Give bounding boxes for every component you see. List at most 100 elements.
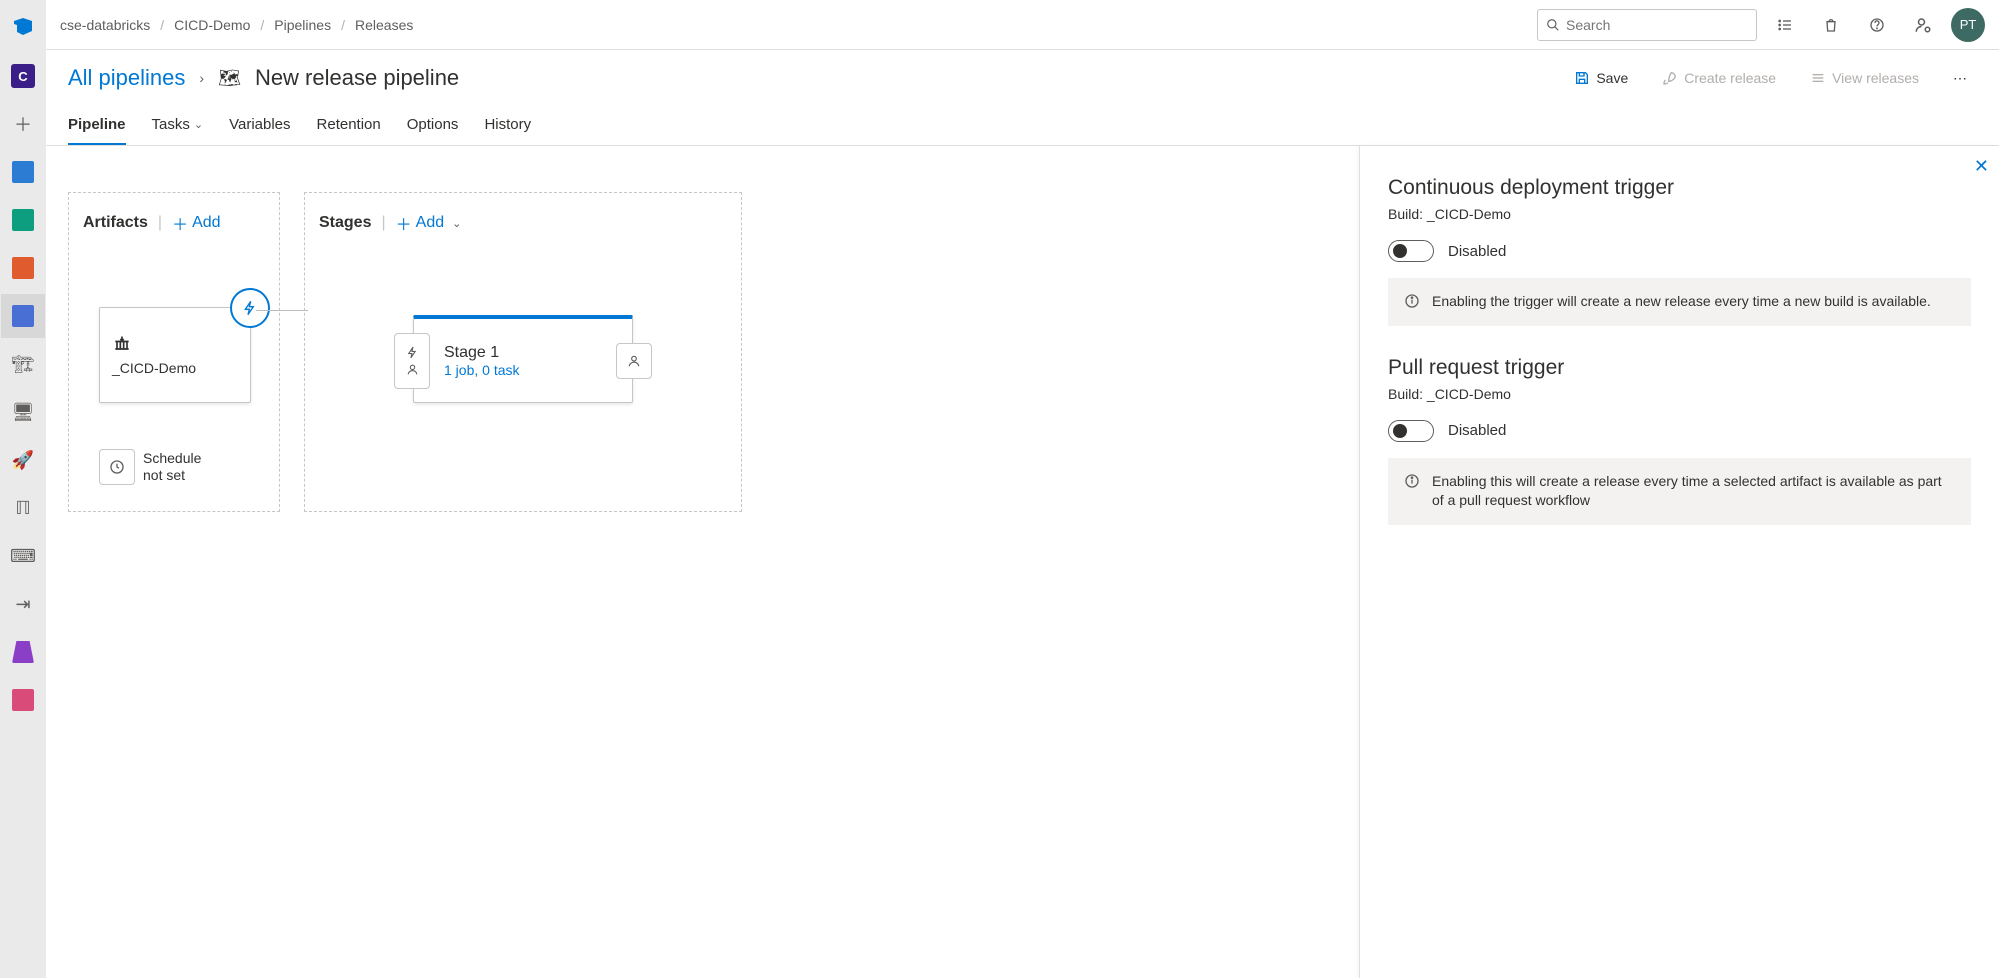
library-icon: ℿ <box>15 498 30 519</box>
cd-info-box: Enabling the trigger will create a new r… <box>1388 278 1971 326</box>
artifacts-panel: Artifacts | ＋ Add _CICD-Demo <box>68 192 280 512</box>
user-icon <box>627 354 641 368</box>
view-releases-button: View releases <box>1800 64 1929 92</box>
add-artifact-link[interactable]: ＋ Add <box>172 211 220 235</box>
side-pipelines[interactable] <box>1 294 45 338</box>
breadcrumb-sep: / <box>260 17 264 33</box>
save-button[interactable]: Save <box>1564 64 1638 92</box>
save-label: Save <box>1596 70 1628 86</box>
clock-hex <box>99 449 135 485</box>
pr-toggle-state: Disabled <box>1448 422 1506 439</box>
stages-panel: Stages | ＋ Add ⌄ <box>304 192 742 512</box>
cd-build-label: Build: _CICD-Demo <box>1388 206 1971 222</box>
breadcrumb-org[interactable]: cse-databricks <box>60 17 150 33</box>
tab-retention[interactable]: Retention <box>317 106 381 145</box>
breadcrumb-project[interactable]: CICD-Demo <box>174 17 250 33</box>
breadcrumb-section[interactable]: Pipelines <box>274 17 331 33</box>
plus-icon: ＋ <box>172 211 188 235</box>
search-input[interactable] <box>1566 17 1748 33</box>
stage-post-conditions[interactable] <box>616 343 652 379</box>
breadcrumb-sub[interactable]: Releases <box>355 17 413 33</box>
create-release-label: Create release <box>1684 70 1776 86</box>
tab-bar: Pipeline Tasks⌄ Variables Retention Opti… <box>46 106 1999 146</box>
stage-card[interactable]: Stage 1 1 job, 0 task <box>413 315 633 403</box>
side-library[interactable]: ℿ <box>1 486 45 530</box>
pr-trigger-title: Pull request trigger <box>1388 356 1971 380</box>
stage-name: Stage 1 <box>444 344 520 362</box>
artifacts-header: Artifacts <box>83 214 148 232</box>
keyboard-icon: ⌨ <box>10 546 36 567</box>
cd-info-text: Enabling the trigger will create a new r… <box>1432 292 1931 312</box>
tab-tasks[interactable]: Tasks⌄ <box>152 106 204 145</box>
top-user-settings-icon[interactable] <box>1905 7 1941 43</box>
avatar[interactable]: PT <box>1951 8 1985 42</box>
devops-icon <box>11 16 35 40</box>
artifact-card[interactable]: _CICD-Demo <box>99 307 251 403</box>
breadcrumb-sep: / <box>160 17 164 33</box>
left-sidebar: C ＋ 🏗 🖥 🚀 ℿ ⌨ ⇥ <box>0 0 46 978</box>
details-panel: ✕ Continuous deployment trigger Build: _… <box>1359 146 1999 978</box>
tab-history[interactable]: History <box>484 106 531 145</box>
more-menu[interactable]: ⋯ <box>1943 64 1977 93</box>
search-icon <box>1546 18 1560 32</box>
rocket-small-icon <box>1662 70 1678 86</box>
dashboard-icon <box>12 161 34 183</box>
breadcrumb: cse-databricks / CICD-Demo / Pipelines /… <box>60 17 413 33</box>
artifact-name: _CICD-Demo <box>112 360 238 376</box>
side-environments[interactable]: 🖥 <box>1 390 45 434</box>
stages-header: Stages <box>319 214 371 232</box>
pipeline-icon <box>12 305 34 327</box>
plus-icon: ＋ <box>14 111 32 137</box>
more-icon: ⋯ <box>1953 70 1967 87</box>
side-builds[interactable]: 🏗 <box>1 342 45 386</box>
header-sep: | <box>158 214 162 232</box>
toggle-knob <box>1393 424 1407 438</box>
side-repos[interactable] <box>1 246 45 290</box>
side-add[interactable]: ＋ <box>1 102 45 146</box>
schedule-button[interactable]: Schedule not set <box>99 449 213 485</box>
artifact-trigger-button[interactable] <box>230 288 270 328</box>
schedule-label: Schedule not set <box>143 450 213 484</box>
side-releases[interactable]: 🚀 <box>1 438 45 482</box>
cd-toggle[interactable] <box>1388 240 1434 262</box>
side-testplans[interactable] <box>1 630 45 674</box>
pipeline-canvas: Artifacts | ＋ Add _CICD-Demo <box>46 146 1359 978</box>
create-release-button: Create release <box>1652 64 1786 92</box>
tab-pipeline[interactable]: Pipeline <box>68 106 126 145</box>
top-list-icon[interactable] <box>1767 7 1803 43</box>
cd-toggle-state: Disabled <box>1448 243 1506 260</box>
stage-pre-conditions[interactable] <box>394 333 430 389</box>
side-taskgroups[interactable]: ⌨ <box>1 534 45 578</box>
side-dashboards[interactable] <box>1 150 45 194</box>
side-artifacts[interactable] <box>1 678 45 722</box>
package-icon <box>112 334 132 354</box>
tab-options[interactable]: Options <box>407 106 459 145</box>
all-pipelines-link[interactable]: All pipelines <box>68 65 185 91</box>
release-pipeline-icon: 🗺 <box>218 68 241 89</box>
tab-variables[interactable]: Variables <box>229 106 290 145</box>
title-row: All pipelines › 🗺 New release pipeline S… <box>46 50 1999 106</box>
top-bag-icon[interactable] <box>1813 7 1849 43</box>
top-help-icon[interactable] <box>1859 7 1895 43</box>
side-deploymentgroups[interactable]: ⇥ <box>1 582 45 626</box>
pr-build-label: Build: _CICD-Demo <box>1388 386 1971 402</box>
pr-toggle[interactable] <box>1388 420 1434 442</box>
project-icon: C <box>11 64 35 88</box>
add-stage-link[interactable]: ＋ Add ⌄ <box>396 211 462 235</box>
info-icon <box>1404 293 1420 309</box>
side-project[interactable]: C <box>1 54 45 98</box>
clock-icon <box>109 459 125 475</box>
pr-info-box: Enabling this will create a release ever… <box>1388 458 1971 525</box>
connector-line <box>256 310 308 311</box>
pr-info-text: Enabling this will create a release ever… <box>1432 472 1955 511</box>
side-devops-logo[interactable] <box>1 6 45 50</box>
close-panel-button[interactable]: ✕ <box>1974 156 1989 177</box>
env-icon: 🖥 <box>12 402 35 423</box>
side-boards[interactable] <box>1 198 45 242</box>
plus-icon: ＋ <box>396 211 412 235</box>
stage-tasks-link[interactable]: 1 job, 0 task <box>444 362 520 378</box>
search-box[interactable] <box>1537 9 1757 41</box>
repo-icon <box>12 257 34 279</box>
chevron-right-icon: › <box>199 70 204 86</box>
list-small-icon <box>1810 70 1826 86</box>
